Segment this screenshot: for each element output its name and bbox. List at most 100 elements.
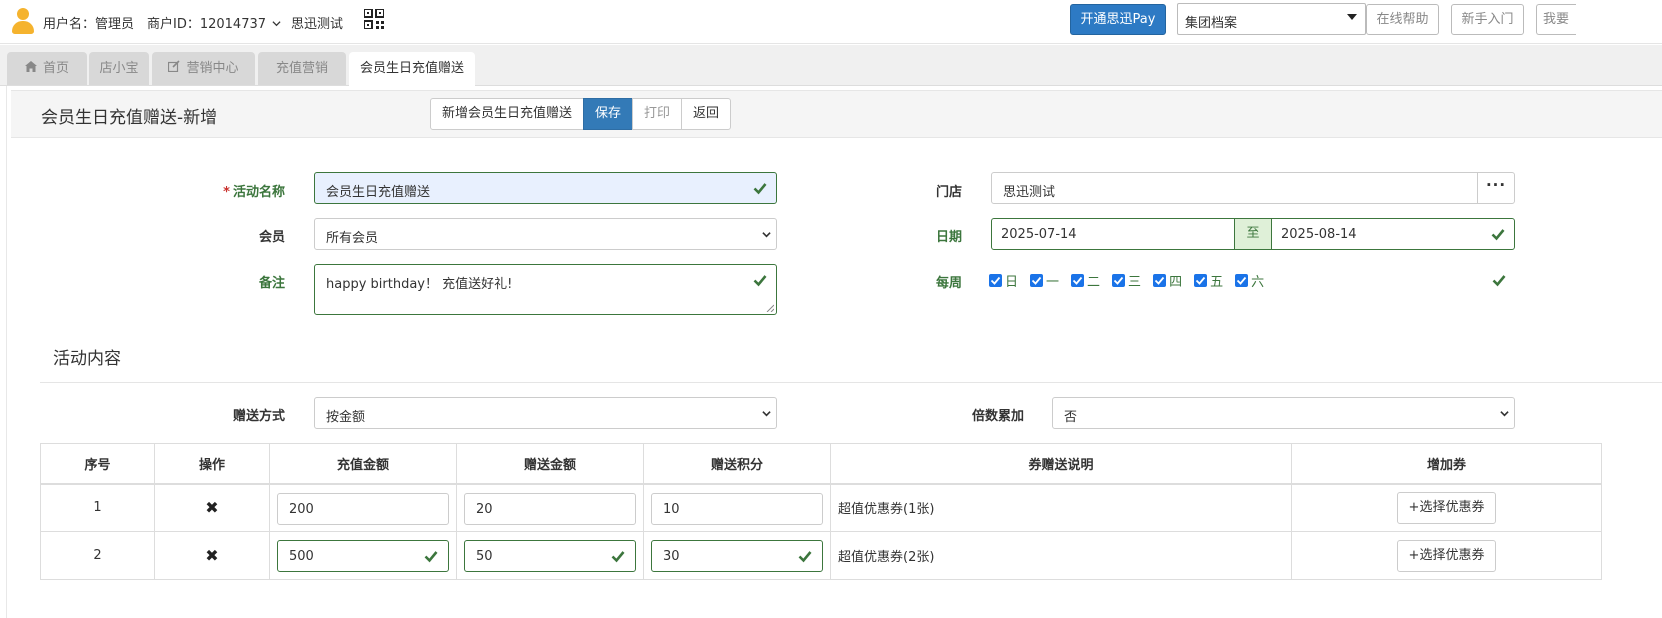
toolbar: 新增会员生日充值赠送 保存 打印 返回 <box>430 98 732 130</box>
tab-home[interactable]: 首页 <box>7 52 87 85</box>
checkbox-checked-icon <box>1153 273 1167 287</box>
tab-label: 营销中心 <box>186 61 239 76</box>
store-label: 门店 <box>935 185 962 200</box>
gift-mode-label: 赠送方式 <box>232 409 285 424</box>
online-help-button[interactable]: 在线帮助 <box>1366 4 1439 35</box>
table-row: 1 ✖ 200 20 10 超值优惠券(1张) +选择优惠券 <box>40 483 1602 532</box>
chevron-down-icon <box>762 411 771 417</box>
tab-marketing-center[interactable]: 营销中心 <box>152 52 255 85</box>
remark-textarea[interactable]: happy birthday！ 充值送好礼! <box>314 264 777 315</box>
store-name-label: 思迅测试 <box>291 17 344 32</box>
coupon-description: 超值优惠券(2张) <box>830 531 1292 580</box>
weekly-label: 每周 <box>935 276 962 291</box>
open-pay-button[interactable]: 开通思迅Pay <box>1070 4 1166 35</box>
newbie-guide-button[interactable]: 新手入门 <box>1451 4 1524 35</box>
check-icon <box>1492 275 1506 287</box>
multiple-accumulate-value: 否 <box>1064 410 1078 425</box>
gift-mode-select[interactable]: 按金额 <box>314 397 777 429</box>
checkbox-checked-icon <box>1235 273 1249 287</box>
checkbox-checked-icon <box>1194 273 1208 287</box>
user-avatar-icon <box>12 8 34 34</box>
member-select[interactable]: 所有会员 <box>314 218 777 250</box>
multiple-accumulate-select[interactable]: 否 <box>1052 397 1515 429</box>
page-title: 会员生日充值赠送-新增 <box>41 108 218 128</box>
recharge-amount-input[interactable]: 200 <box>277 492 449 525</box>
remark-value: happy birthday！ 充值送好礼! <box>326 277 513 292</box>
tab-bar: 首页 店小宝 营销中心 充值营销 会员生日充值赠送 <box>0 45 1662 86</box>
activity-name-label: * 活动名称 <box>223 185 285 200</box>
gift-amount-input[interactable]: 20 <box>464 492 636 525</box>
check-icon <box>753 275 767 287</box>
check-icon <box>753 183 767 195</box>
weekday-checkbox-sun[interactable]: 日 <box>989 271 1018 290</box>
tab-label: 充值营销 <box>275 61 328 76</box>
tab-birthday-recharge[interactable]: 会员生日充值赠送 <box>349 52 475 86</box>
home-icon <box>24 61 37 72</box>
chevron-down-icon <box>1500 411 1509 417</box>
gift-mode-value: 按金额 <box>326 410 366 425</box>
check-icon <box>424 551 438 563</box>
new-record-button[interactable]: 新增会员生日充值赠送 <box>430 98 585 130</box>
date-range-separator: 至 <box>1234 218 1272 250</box>
member-label: 会员 <box>258 230 285 245</box>
multiple-accumulate-label: 倍数累加 <box>971 409 1024 424</box>
column-header: 赠送积分 <box>643 443 831 485</box>
tab-dianxiaobao[interactable]: 店小宝 <box>89 52 149 85</box>
weekday-checkbox-fri[interactable]: 五 <box>1194 271 1223 290</box>
merchant-id-label: 商户ID：12014737 <box>147 17 267 32</box>
check-icon <box>798 551 812 563</box>
delete-row-button[interactable]: ✖ <box>154 531 270 580</box>
weekday-checkbox-sat[interactable]: 六 <box>1235 271 1264 290</box>
chevron-down-icon <box>272 21 281 27</box>
check-icon <box>1491 229 1505 241</box>
select-coupon-button[interactable]: +选择优惠券 <box>1396 491 1497 524</box>
checkbox-checked-icon <box>1112 273 1126 287</box>
chevron-down-icon <box>762 232 771 238</box>
close-icon: ✖ <box>205 498 219 518</box>
gift-points-input[interactable]: 10 <box>651 492 823 525</box>
recharge-rules-table: 序号 操作 充值金额 赠送金额 赠送积分 券赠送说明 增加券 1 ✖ 200 2… <box>40 443 1602 580</box>
column-header: 赠送金额 <box>456 443 644 485</box>
recharge-amount-input[interactable]: 500 <box>277 540 449 572</box>
start-date-value: 2025-07-14 <box>1001 227 1077 242</box>
store-value: 思迅测试 <box>1003 185 1056 200</box>
coupon-description: 超值优惠券(1张) <box>830 483 1292 532</box>
merchant-id-dropdown[interactable]: 商户ID：12014737 <box>147 13 281 32</box>
qr-code-icon[interactable] <box>364 9 384 29</box>
start-date-input[interactable]: 2025-07-14 <box>991 218 1235 250</box>
weekday-checkbox-wed[interactable]: 三 <box>1112 271 1141 290</box>
resize-handle-icon[interactable] <box>766 304 774 312</box>
row-number: 1 <box>40 483 155 532</box>
page-header: 会员生日充值赠送-新增 新增会员生日充值赠送 保存 打印 返回 <box>11 90 1662 138</box>
checkbox-checked-icon <box>1030 273 1044 287</box>
weekday-checkbox-thu[interactable]: 四 <box>1153 271 1182 290</box>
checkbox-checked-icon <box>989 273 1002 287</box>
partial-button[interactable]: 我要 <box>1536 4 1576 35</box>
username-label: 用户名：管理员 <box>43 17 135 32</box>
dropdown-arrow-icon <box>1347 14 1357 20</box>
column-header: 券赠送说明 <box>830 443 1292 485</box>
select-coupon-button[interactable]: +选择优惠券 <box>1396 539 1497 572</box>
date-label: 日期 <box>935 230 962 245</box>
table-header-row: 序号 操作 充值金额 赠送金额 赠送积分 券赠送说明 增加券 <box>40 443 1602 485</box>
gift-amount-input[interactable]: 50 <box>464 540 636 572</box>
close-icon: ✖ <box>205 546 219 565</box>
column-header: 充值金额 <box>269 443 457 485</box>
table-row: 2 ✖ 500 50 30 超值优惠券(2张) +选择优惠券 <box>40 531 1602 580</box>
back-button[interactable]: 返回 <box>681 98 732 130</box>
more-options-button[interactable]: ··· <box>1477 173 1514 203</box>
activity-name-input[interactable]: 会员生日充值赠送 <box>314 172 777 204</box>
weekday-checkbox-tue[interactable]: 二 <box>1071 271 1100 290</box>
remark-label: 备注 <box>258 276 285 291</box>
tab-recharge-marketing[interactable]: 充值营销 <box>258 52 346 85</box>
archive-select[interactable]: 集团档案 <box>1177 3 1366 35</box>
delete-row-button[interactable]: ✖ <box>154 483 270 532</box>
store-input[interactable]: 思迅测试 ··· <box>991 172 1515 204</box>
weekday-checkbox-mon[interactable]: 一 <box>1030 271 1059 290</box>
save-button[interactable]: 保存 <box>583 98 634 130</box>
check-icon <box>611 551 625 563</box>
gift-points-input[interactable]: 30 <box>651 540 823 572</box>
archive-select-value: 集团档案 <box>1185 16 1238 31</box>
end-date-input[interactable]: 2025-08-14 <box>1271 218 1515 250</box>
print-button[interactable]: 打印 <box>632 98 683 130</box>
